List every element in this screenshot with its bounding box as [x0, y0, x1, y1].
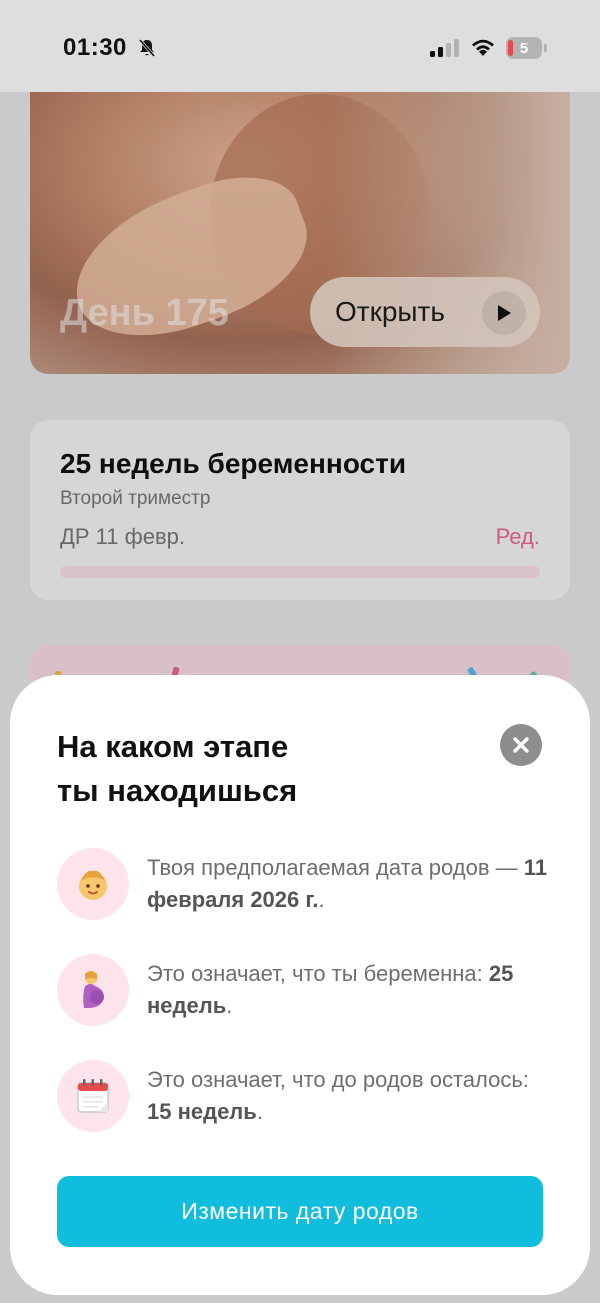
weeks-remaining-row: Это означает, что до родов осталось: 15 …: [57, 1060, 557, 1132]
calendar-icon: [57, 1060, 129, 1132]
sheet-title: На каком этапе ты находишься: [57, 729, 298, 808]
wifi-icon: [472, 39, 494, 56]
due-date-row: Твоя предполагаемая дата родов — 11 февр…: [57, 848, 557, 920]
pregnancy-stage-sheet: На каком этапе ты находишься Твоя предпо…: [10, 675, 590, 1295]
weeks-pregnant-text: Это означает, что ты беременна: 25 недел…: [147, 961, 514, 1018]
change-due-date-button[interactable]: Изменить дату родов: [57, 1176, 543, 1247]
cellular-signal-icon: [430, 39, 459, 57]
status-bar: 01:30 5: [0, 0, 600, 92]
weeks-remaining-text: Это означает, что до родов осталось: 15 …: [147, 1067, 529, 1124]
close-icon: [513, 737, 529, 753]
silent-bell-icon: [138, 39, 156, 57]
weeks-pregnant-row: Это означает, что ты беременна: 25 недел…: [57, 954, 557, 1026]
battery-level: 5: [519, 39, 529, 57]
battery-icon: 5: [506, 37, 542, 59]
baby-face-icon: [57, 848, 129, 920]
due-date-text: Твоя предполагаемая дата родов — 11 февр…: [147, 855, 548, 912]
clock: 01:30: [63, 34, 127, 61]
pregnant-woman-icon: [57, 954, 129, 1026]
close-button[interactable]: [500, 724, 542, 766]
